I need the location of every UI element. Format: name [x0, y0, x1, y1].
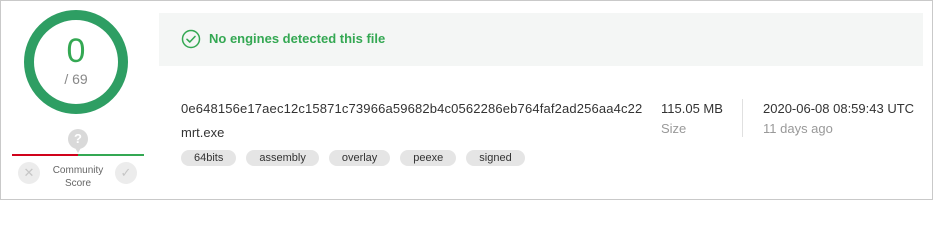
tag-64bits[interactable]: 64bits [181, 150, 237, 166]
detection-count: 0 [66, 32, 86, 70]
file-hash[interactable]: 0e648156e17aec12c15871c73966a59682b4c056… [181, 101, 642, 116]
community-bar-negative [12, 154, 78, 156]
tag-signed[interactable]: signed [466, 150, 525, 166]
file-tags: 64bits assembly overlay peexe signed [181, 150, 525, 166]
community-label-line1: Community [52, 165, 104, 176]
vote-harmless-button[interactable]: ✓ [115, 162, 137, 184]
tag-overlay[interactable]: overlay [328, 150, 391, 166]
tag-assembly[interactable]: assembly [246, 150, 319, 166]
detection-status-text: No engines detected this file [209, 31, 386, 46]
file-size-value: 115.05 MB [661, 101, 723, 116]
file-report-card: 0 / 69 ? ✕ Community Score ✓ No engines … [0, 0, 933, 200]
community-score-label: Community Score [45, 164, 111, 190]
community-label-line2: Score [64, 178, 92, 189]
tag-peexe[interactable]: peexe [400, 150, 457, 166]
detection-banner: No engines detected this file [159, 13, 923, 66]
detection-score-panel: 0 / 69 ? ✕ Community Score ✓ [1, 1, 156, 199]
file-size-label: Size [661, 121, 687, 136]
file-name: mrt.exe [181, 125, 225, 140]
details-divider [742, 99, 743, 137]
community-marker-pointer [74, 146, 82, 153]
vote-malicious-button[interactable]: ✕ [18, 162, 40, 184]
analysis-date-relative: 11 days ago [763, 121, 833, 136]
community-bar-positive [78, 154, 144, 156]
engine-total: / 69 [64, 71, 88, 87]
analysis-date-value: 2020-06-08 08:59:43 UTC [763, 101, 915, 116]
check-circle-icon [181, 29, 201, 49]
